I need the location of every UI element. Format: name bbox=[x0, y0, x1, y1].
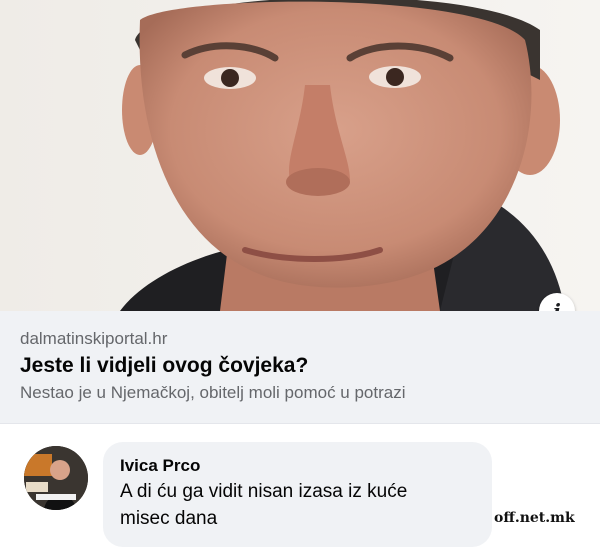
watermark: off.net.mk bbox=[494, 510, 575, 526]
preview-domain: dalmatinskiportal.hr bbox=[20, 329, 168, 348]
comment: Ivica Prco A di ću ga vidit nisan izasa … bbox=[0, 424, 600, 551]
comment-text: A di ću ga vidit nisan izasa iz kuće mis… bbox=[120, 481, 408, 529]
comment-author[interactable]: Ivica Prco bbox=[120, 455, 474, 477]
avatar-image bbox=[24, 446, 88, 510]
portrait-photo bbox=[0, 0, 600, 311]
preview-subline: Nestao je u Njemačkoj, obitelj moli pomo… bbox=[20, 383, 406, 402]
preview-headline[interactable]: Jeste li vidjeli ovog čovjeka? bbox=[20, 352, 580, 380]
link-preview-card[interactable]: dalmatinskiportal.hr Jeste li vidjeli ov… bbox=[0, 311, 600, 424]
comment-bubble: Ivica Prco A di ću ga vidit nisan izasa … bbox=[103, 442, 492, 547]
preview-photo[interactable] bbox=[0, 0, 600, 311]
avatar[interactable] bbox=[24, 446, 88, 510]
